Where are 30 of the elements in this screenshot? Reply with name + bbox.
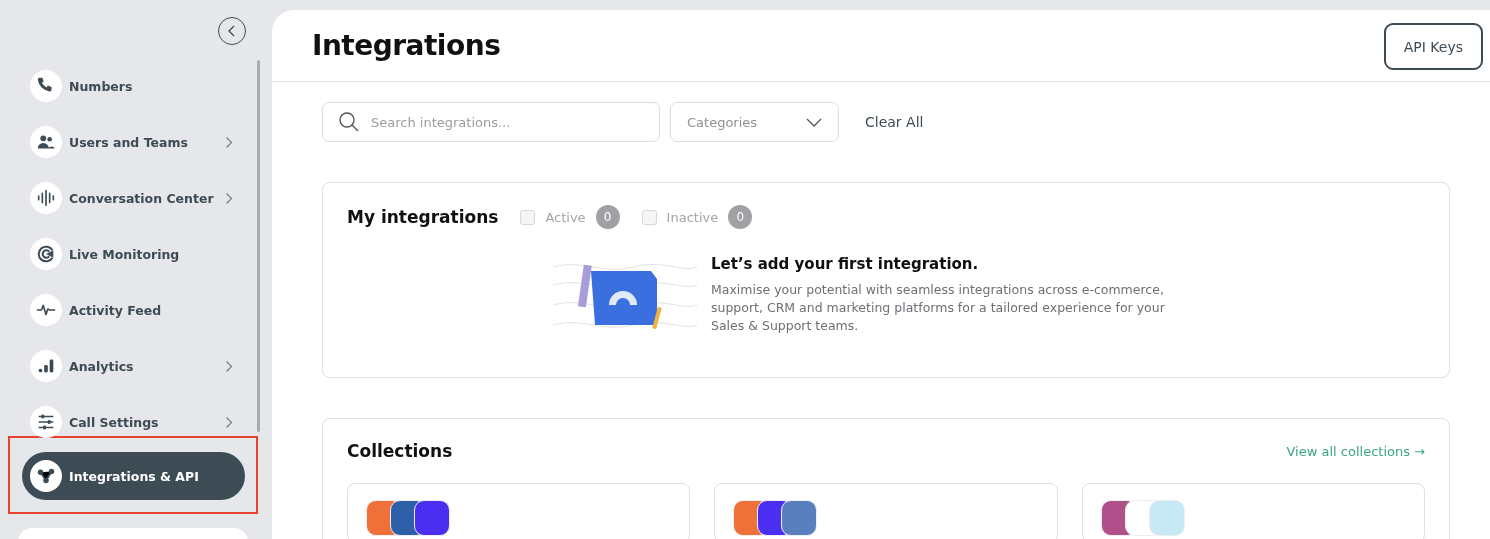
empty-description: Maximise your potential with seamless integrations across e-commerce, support, CRM and marketing platforms for a tailored experience for your Sales & Support teams. bbox=[711, 281, 1166, 335]
sidebar-item[interactable]: Numbers bbox=[22, 62, 245, 110]
chevron-left-icon bbox=[227, 25, 237, 37]
chevron-down-icon bbox=[806, 117, 822, 127]
count-badge: 0 bbox=[595, 205, 620, 229]
clear-all-button[interactable]: Clear All bbox=[865, 114, 924, 130]
checkbox-label: Active bbox=[545, 209, 586, 225]
section-title: My integrations bbox=[347, 207, 499, 227]
sidebar-item[interactable]: Users and Teams bbox=[22, 118, 245, 166]
api-keys-button[interactable]: API Keys bbox=[1383, 23, 1483, 70]
sidebar-item[interactable]: Analytics bbox=[22, 342, 245, 390]
collection-card[interactable] bbox=[714, 483, 1058, 539]
checkbox[interactable] bbox=[641, 209, 657, 225]
sidebar-item[interactable]: Integrations & API bbox=[22, 452, 245, 500]
section-title: Collections bbox=[347, 441, 453, 461]
collection-card[interactable] bbox=[1081, 483, 1425, 539]
sidebar-item[interactable]: Conversation Center bbox=[22, 174, 245, 222]
search-icon bbox=[338, 111, 360, 133]
checkbox[interactable] bbox=[520, 209, 536, 225]
search-field[interactable]: Search integrations... bbox=[322, 102, 660, 142]
sound-wave-icon bbox=[35, 187, 57, 209]
page-title: Integrations bbox=[312, 29, 501, 62]
sidebar-item[interactable]: Live Monitoring bbox=[22, 230, 245, 278]
sidebar-item[interactable]: Call Settings bbox=[22, 398, 245, 446]
sidebar-item[interactable]: Activity Feed bbox=[22, 286, 245, 334]
count-badge: 0 bbox=[728, 205, 753, 229]
scrollbar[interactable] bbox=[257, 60, 260, 432]
empty-title: Let’s add your first integration. bbox=[711, 255, 980, 273]
collection-card[interactable] bbox=[347, 483, 691, 539]
checkbox-label: Inactive bbox=[666, 209, 719, 225]
